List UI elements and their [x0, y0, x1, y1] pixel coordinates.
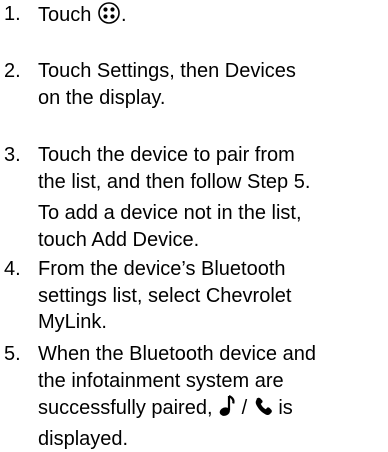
step-text: Touch the device to pair from the list, … [38, 142, 388, 195]
note-line: touch Add Device. [38, 227, 388, 254]
instruction-list: 1. Touch . 2. Touch Settings, then Devic… [0, 0, 388, 447]
step-line: the infotainment system are [38, 368, 388, 395]
phone-icon [253, 394, 273, 426]
step-number: 1. [4, 1, 34, 28]
icon-separator: / [242, 397, 248, 419]
step-text: When the Bluetooth device and the infota… [38, 341, 388, 452]
step-line: the list, and then follow Step 5. [38, 169, 388, 196]
step-line: Touch Settings, then Devices [38, 58, 388, 85]
step-line: successfully paired, / is [38, 394, 388, 426]
step-number: 5. [4, 341, 34, 368]
step-text: Touch Settings, then Devices on the disp… [38, 58, 388, 111]
step-line: displayed. [38, 426, 388, 452]
note-line: To add a device not in the list, [38, 200, 388, 227]
step-line: When the Bluetooth device and [38, 341, 388, 368]
step-3-note: To add a device not in the list, touch A… [38, 200, 388, 253]
step-line: Touch . [38, 1, 388, 33]
step-text: Touch . [38, 1, 388, 33]
step-number: 4. [4, 256, 34, 283]
step-line-end: . [121, 4, 127, 26]
step-number: 2. [4, 58, 34, 85]
apps-icon [97, 1, 121, 33]
step-line-text: successfully paired, [38, 397, 213, 419]
step-line: Touch the device to pair from [38, 142, 388, 169]
step-text: From the device’s Bluetooth settings lis… [38, 256, 388, 336]
step-line: MyLink. [38, 309, 388, 336]
step-line: From the device’s Bluetooth [38, 256, 388, 283]
step-line-text: Touch [38, 4, 91, 26]
step-line-text: is [278, 397, 292, 419]
step-line: on the display. [38, 85, 388, 112]
music-note-icon [218, 394, 236, 426]
step-number: 3. [4, 142, 34, 169]
step-line: settings list, select Chevrolet [38, 283, 388, 310]
